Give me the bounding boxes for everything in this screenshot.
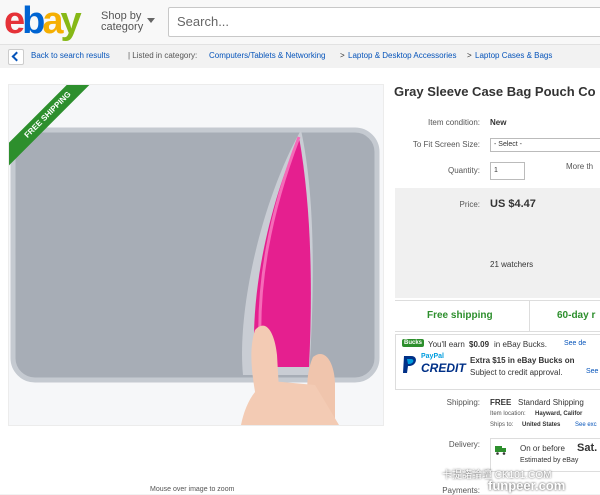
chevron-left-icon: [11, 51, 22, 62]
ships-to-value: United States: [522, 422, 561, 428]
bucks-see-details-link[interactable]: See de: [564, 340, 586, 347]
bucks-earn-text: You'll earn: [428, 340, 465, 349]
ebay-bucks-box: Bucks You'll earn $0.09 in eBay Bucks. S…: [395, 334, 600, 390]
divider: [529, 301, 530, 331]
zoom-hint: Mouse over image to zoom: [150, 486, 235, 493]
on-or-before-text: On or before: [520, 444, 565, 453]
delivery-date: Sat.: [577, 442, 598, 454]
delivery-label: Delivery:: [448, 440, 480, 449]
shop-by-category-button[interactable]: Shop by category: [101, 11, 155, 33]
price-panel: Price: US $4.47 21 watchers: [395, 188, 600, 298]
logo-letter-y: y: [60, 0, 82, 42]
paypal-credit-label: CREDIT: [421, 361, 466, 375]
see-exclusions-link[interactable]: See exc: [575, 422, 597, 428]
ebay-logo[interactable]: ebay: [4, 0, 82, 43]
breadcrumb: Back to search results | Listed in categ…: [0, 45, 600, 67]
back-to-search-link[interactable]: Back to search results: [31, 51, 110, 60]
condition-label: Item condition:: [427, 118, 480, 127]
quantity-label: Quantity:: [447, 166, 480, 175]
product-image[interactable]: FREE SHIPPING: [8, 84, 384, 426]
see-link[interactable]: See: [586, 368, 598, 375]
chevron-down-icon: [147, 18, 155, 23]
logo-letter-b: b: [22, 0, 45, 42]
shipping-free: FREE: [490, 398, 512, 407]
breadcrumb-separator: >: [340, 51, 345, 60]
product-title: Gray Sleeve Case Bag Pouch Co: [394, 84, 596, 99]
paypal-p-icon: [403, 356, 416, 373]
back-button[interactable]: [8, 49, 24, 65]
screen-size-label: To Fit Screen Size:: [412, 140, 480, 149]
breadcrumb-item-cases[interactable]: Laptop Cases & Bags: [475, 51, 552, 60]
logo-letter-e: e: [4, 0, 25, 42]
ships-to-label: Ships to:: [490, 422, 514, 428]
truck-icon: [495, 446, 506, 455]
sleeve-photo: [9, 85, 383, 425]
free-shipping-label: Free shipping: [427, 310, 493, 321]
logo-letter-a: a: [42, 0, 63, 42]
bucks-earn-amount: $0.09: [469, 340, 490, 349]
shipping-method: Standard Shipping: [518, 398, 584, 407]
shipping-returns-bar: Free shipping 60-day r: [395, 300, 600, 332]
item-location-value: Hayward, Califor: [535, 411, 583, 417]
estimated-text: Estimated by eBay: [520, 457, 579, 464]
paypal-label: PayPal: [421, 353, 444, 360]
item-location-label: Item location:: [490, 411, 526, 417]
returns-label: 60-day r: [557, 310, 596, 321]
condition-value: New: [490, 118, 507, 127]
shipping-label: Shipping:: [446, 398, 480, 407]
search-box[interactable]: [168, 7, 600, 37]
breadcrumb-item-computers[interactable]: Computers/Tablets & Networking: [209, 51, 326, 60]
breadcrumb-item-accessories[interactable]: Laptop & Desktop Accessories: [348, 51, 457, 60]
watermark-text-bottom: funpeer.com: [488, 478, 566, 493]
search-input[interactable]: [169, 8, 600, 34]
paypal-offer-text: Extra $15 in eBay Bucks on: [470, 356, 575, 365]
listed-in-label: | Listed in category:: [128, 51, 198, 60]
quantity-input[interactable]: 1: [490, 162, 525, 180]
bucks-earn-suffix: in eBay Bucks.: [494, 340, 547, 349]
price-value: US $4.47: [490, 198, 536, 210]
bucks-badge: Bucks: [402, 339, 425, 347]
credit-approval-text: Subject to credit approval.: [470, 368, 563, 377]
category-label: category: [101, 21, 144, 33]
more-than-text: More th: [566, 162, 594, 171]
header: ebay Shop by category: [0, 0, 600, 45]
watchers-count: 21 watchers: [490, 260, 534, 269]
screen-size-select[interactable]: - Select -: [490, 138, 600, 152]
item-page: FREE SHIPPING Mouse over image to zoom G…: [0, 68, 600, 495]
breadcrumb-separator: >: [467, 51, 472, 60]
price-label: Price:: [459, 200, 480, 209]
